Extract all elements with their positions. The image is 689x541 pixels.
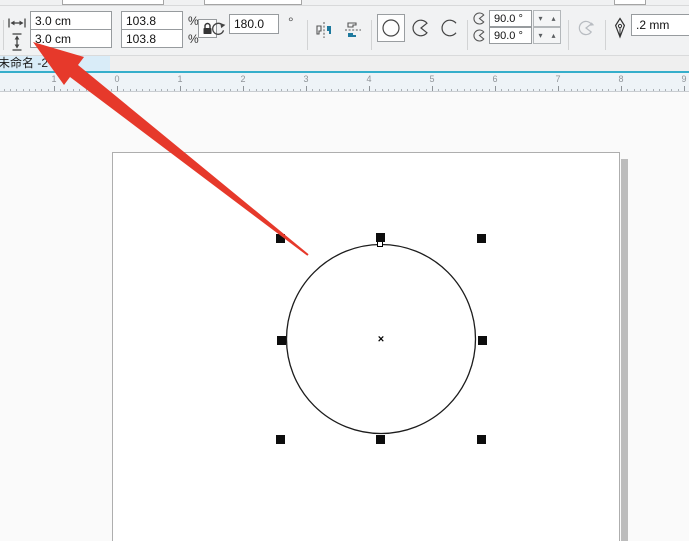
annotation-arrow <box>33 42 309 256</box>
app: % % ° <box>0 0 689 541</box>
annotation-layer <box>0 0 689 541</box>
